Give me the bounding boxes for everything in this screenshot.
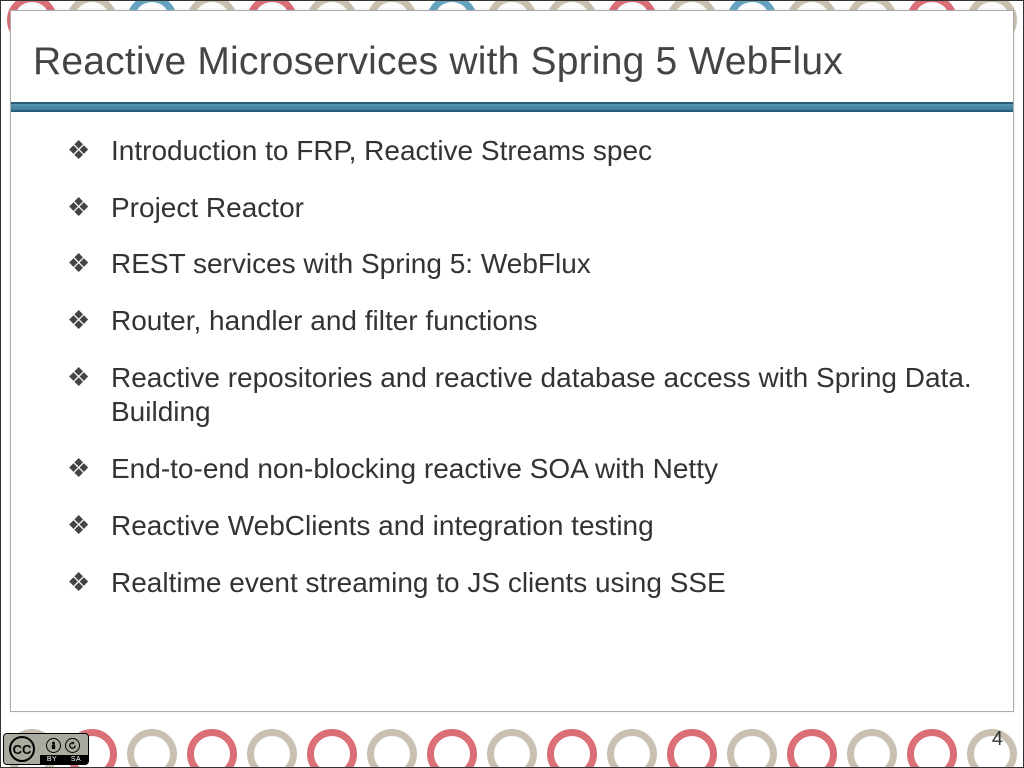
decor-rings-bottom xyxy=(1,729,1023,767)
cc-text: CC xyxy=(9,736,35,762)
cc-logo-icon: CC xyxy=(4,734,40,764)
list-item: End-to-end non-blocking reactive SOA wit… xyxy=(67,452,977,487)
slide-content: Reactive Microservices with Spring 5 Web… xyxy=(10,10,1014,712)
list-item: Introduction to FRP, Reactive Streams sp… xyxy=(67,134,977,169)
cc-sa-icon xyxy=(65,738,80,753)
page-number: 4 xyxy=(992,728,1003,751)
cc-sa-label: SA xyxy=(64,756,88,763)
cc-by-label: BY xyxy=(40,756,64,763)
slide-title: Reactive Microservices with Spring 5 Web… xyxy=(11,11,1013,102)
cc-by-icon xyxy=(46,738,61,753)
list-item: Reactive WebClients and integration test… xyxy=(67,509,977,544)
bullet-list: Introduction to FRP, Reactive Streams sp… xyxy=(11,112,1013,600)
list-item: Reactive repositories and reactive datab… xyxy=(67,361,977,430)
list-item: Project Reactor xyxy=(67,191,977,226)
list-item: Realtime event streaming to JS clients u… xyxy=(67,566,977,601)
list-item: Router, handler and filter functions xyxy=(67,304,977,339)
title-divider xyxy=(11,102,1013,112)
cc-license-badge: CC BY SA xyxy=(3,733,89,765)
list-item: REST services with Spring 5: WebFlux xyxy=(67,247,977,282)
